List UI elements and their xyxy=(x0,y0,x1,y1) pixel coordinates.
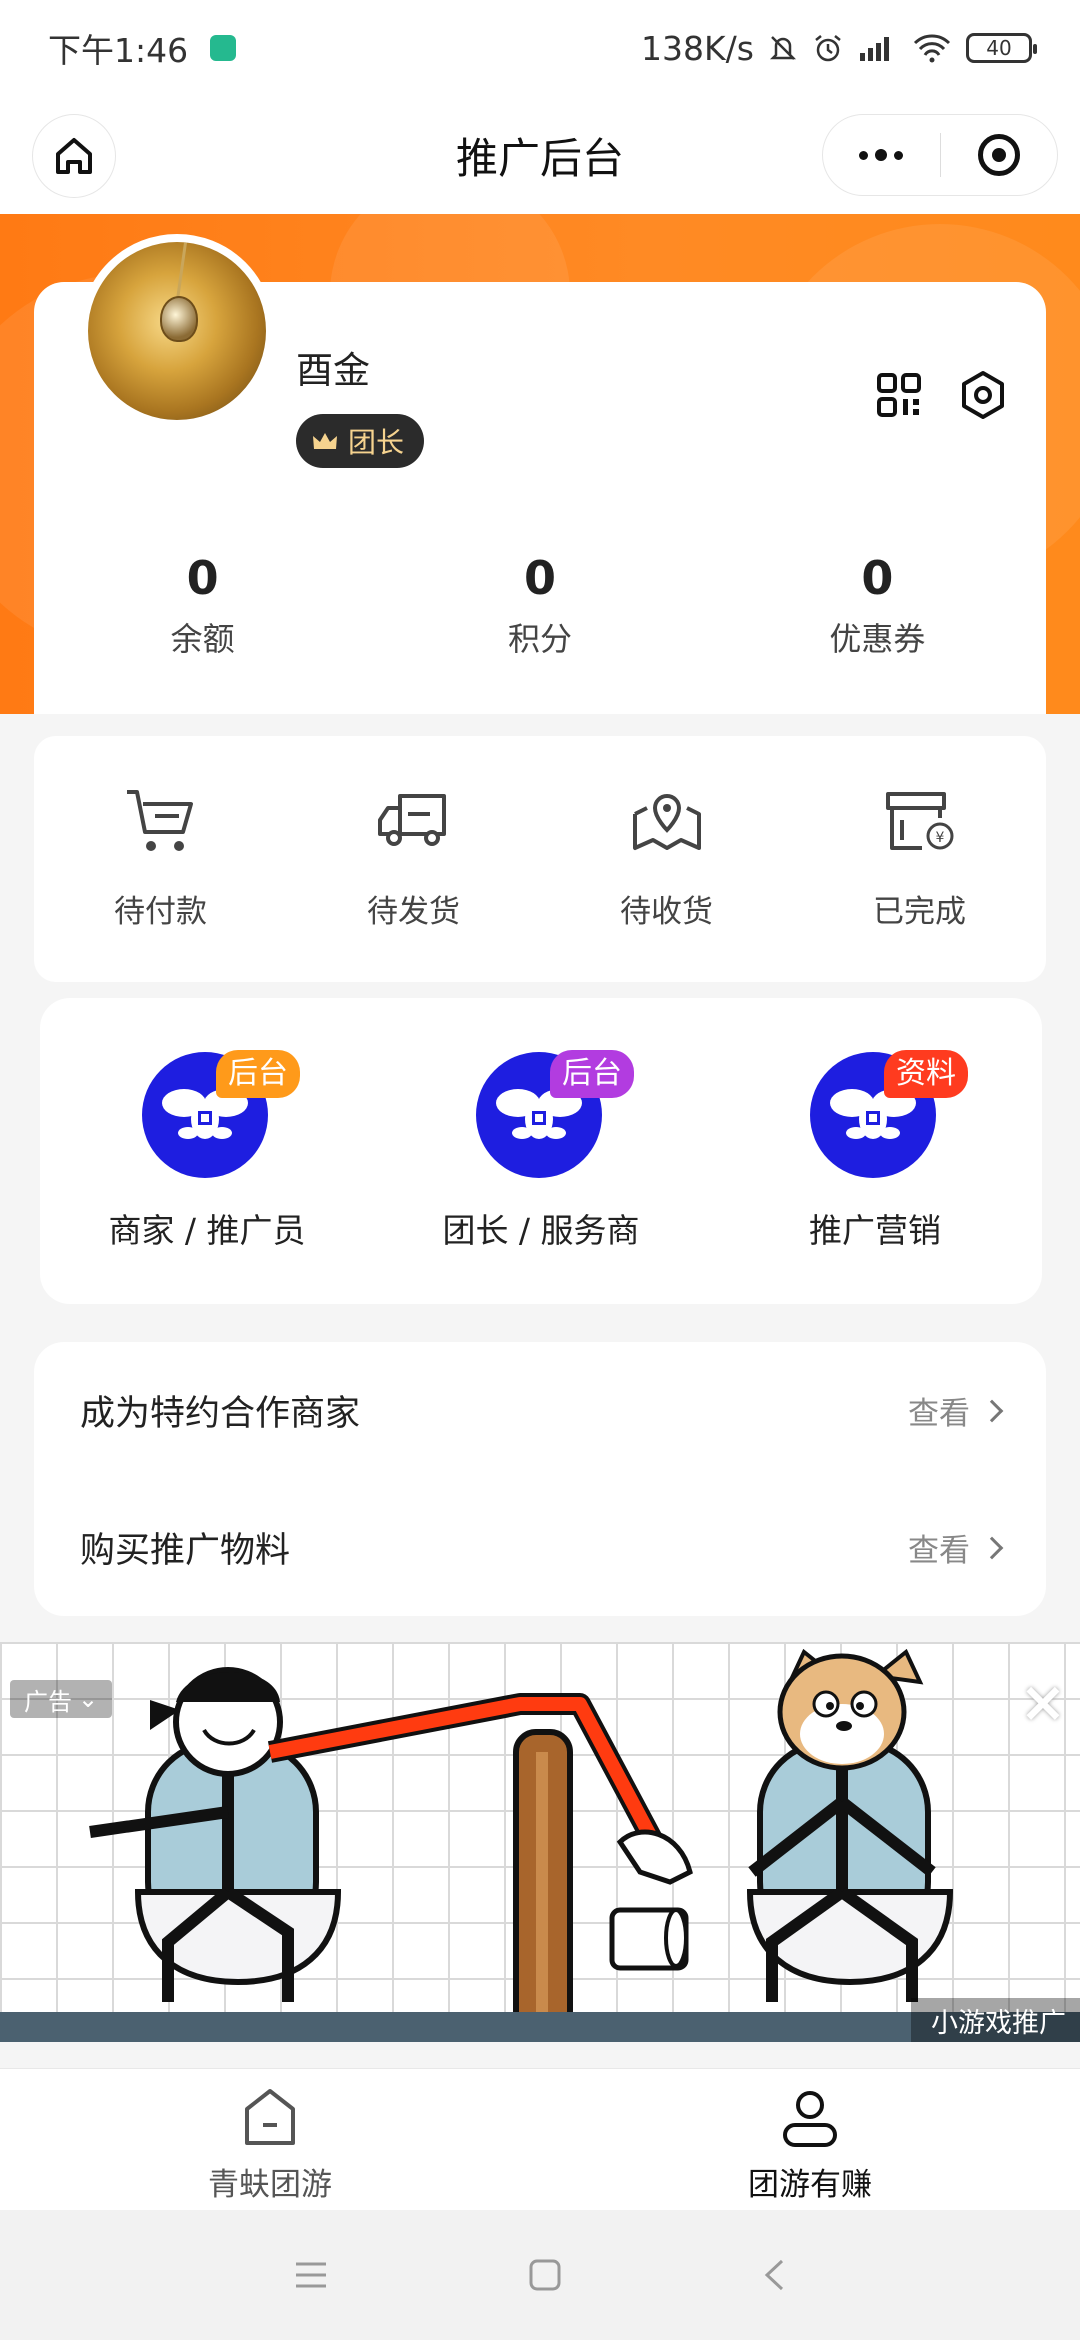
ad-illustration xyxy=(89,1648,954,2035)
chevron-right-icon xyxy=(980,1399,1004,1422)
stat-balance[interactable]: 0 余额 xyxy=(34,550,371,660)
order-pending-receipt[interactable]: 待收货 xyxy=(540,736,793,982)
ad-source-text: 小游戏推广 xyxy=(931,2007,1066,2039)
bell-muted-icon xyxy=(769,36,797,60)
order-pending-payment[interactable]: 待付款 xyxy=(34,736,287,982)
profile-card: 酉金 团长 0 余额 0 积分 0 优惠券 xyxy=(34,234,1046,714)
row-action: 查看 xyxy=(908,1388,1004,1433)
tab-label: 团游有赚 xyxy=(748,2167,872,2203)
stat-label: 余额 xyxy=(170,620,235,658)
view-label: 查看 xyxy=(908,1533,970,1569)
leader-provider-entry[interactable]: 后台 团长 / 服务商 xyxy=(374,998,708,1304)
map-pin-icon xyxy=(632,794,701,850)
role-badge: 团长 xyxy=(296,414,425,468)
menu-icon[interactable] xyxy=(294,2260,328,2290)
row-title: 购买推广物料 xyxy=(80,1531,291,1571)
tab-label: 青蚨团游 xyxy=(208,2167,332,2203)
become-merchant-row[interactable]: 成为特约合作商家 查看 xyxy=(34,1342,1046,1479)
more-button[interactable] xyxy=(823,115,940,195)
row-action: 查看 xyxy=(908,1525,1004,1570)
status-indicators: 138K/s 40 xyxy=(641,28,1037,68)
ad-banner[interactable]: 广告 ⌄ × 小游戏推广 xyxy=(0,1642,1080,2042)
settings-icon[interactable] xyxy=(958,370,1008,420)
miniprogram-capsule xyxy=(822,114,1058,196)
stat-points[interactable]: 0 积分 xyxy=(371,550,708,660)
stat-value: 0 xyxy=(861,551,894,605)
app-notification-icon xyxy=(210,35,237,61)
tab-earn[interactable]: 团游有赚 xyxy=(540,2069,1080,2210)
network-speed: 138K/s xyxy=(641,28,754,68)
avatar[interactable] xyxy=(80,234,274,428)
ad-label[interactable]: 广告 ⌄ xyxy=(10,1680,113,1718)
more-dots-icon xyxy=(859,149,904,161)
view-label: 查看 xyxy=(908,1396,970,1432)
close-miniprogram-button[interactable] xyxy=(941,115,1058,195)
backend-entries-card: 后台 商家 / 推广员 后台 团长 / 服务商 资料 推广营销 xyxy=(40,998,1042,1304)
truck-icon xyxy=(377,794,446,846)
qr-code-icon[interactable] xyxy=(876,372,922,418)
cart-icon xyxy=(126,790,193,851)
wifi-icon xyxy=(913,34,951,63)
status-time: 下午1:46 xyxy=(48,31,189,70)
buy-materials-row[interactable]: 购买推广物料 查看 xyxy=(34,1479,1046,1616)
ad-close-button[interactable]: × xyxy=(1018,1675,1068,1731)
role-label: 团长 xyxy=(348,426,405,459)
ad-label-text: 广告 xyxy=(24,1687,72,1716)
user-tab-icon xyxy=(783,2091,837,2147)
order-label: 已完成 xyxy=(873,894,966,930)
signal-icon xyxy=(860,37,889,61)
page-title: 推广后台 xyxy=(455,133,624,183)
username: 酉金 xyxy=(296,349,370,392)
target-icon xyxy=(977,134,1020,176)
entry-tag: 资料 xyxy=(884,1050,968,1098)
chevron-right-icon xyxy=(980,1536,1004,1559)
stat-label: 优惠券 xyxy=(829,620,926,658)
ad-source: 小游戏推广 xyxy=(911,1998,1080,2042)
completed-box-icon: ¥ xyxy=(885,792,953,850)
battery-icon: 40 xyxy=(966,33,1037,63)
promotion-marketing-entry[interactable]: 资料 推广营销 xyxy=(708,998,1042,1304)
merchant-promoter-entry[interactable]: 后台 商家 / 推广员 xyxy=(40,998,374,1304)
home-square-icon[interactable] xyxy=(528,2258,562,2292)
order-status-card: 待付款 待发货 待收货 ¥ 已完成 xyxy=(34,736,1046,982)
stat-value: 0 xyxy=(523,551,556,605)
tab-qingfu[interactable]: 青蚨团游 xyxy=(0,2069,540,2210)
order-label: 待付款 xyxy=(114,894,207,930)
back-icon[interactable] xyxy=(762,2258,786,2292)
order-completed[interactable]: ¥ 已完成 xyxy=(793,736,1046,982)
entry-tag: 后台 xyxy=(550,1050,634,1098)
crown-icon xyxy=(313,433,337,449)
home-icon xyxy=(56,138,92,174)
tab-bar: 青蚨团游 团游有赚 xyxy=(0,2068,1080,2210)
svg-text:¥: ¥ xyxy=(935,830,944,846)
chevron-down-icon: ⌄ xyxy=(78,1685,99,1713)
entry-label: 团长 / 服务商 xyxy=(442,1211,640,1250)
entry-label: 推广营销 xyxy=(809,1211,941,1250)
system-navigation xyxy=(0,2210,1080,2340)
home-tab-icon xyxy=(245,2089,295,2145)
order-label: 待收货 xyxy=(620,894,713,930)
alarm-icon xyxy=(815,35,841,62)
order-pending-shipment[interactable]: 待发货 xyxy=(287,736,540,982)
row-title: 成为特约合作商家 xyxy=(80,1394,361,1434)
stat-label: 积分 xyxy=(507,620,572,658)
home-button[interactable] xyxy=(32,114,116,198)
stat-coupons[interactable]: 0 优惠券 xyxy=(709,550,1046,660)
entry-label: 商家 / 推广员 xyxy=(108,1211,306,1250)
stats-row: 0 余额 0 积分 0 优惠券 xyxy=(34,550,1046,660)
entry-tag: 后台 xyxy=(216,1050,300,1098)
link-list-card: 成为特约合作商家 查看 购买推广物料 查看 xyxy=(34,1342,1046,1616)
stat-value: 0 xyxy=(186,551,219,605)
order-label: 待发货 xyxy=(367,894,460,930)
status-bar: 下午1:46 138K/s 40 xyxy=(0,0,1080,96)
nav-bar: 推广后台 xyxy=(0,96,1080,214)
